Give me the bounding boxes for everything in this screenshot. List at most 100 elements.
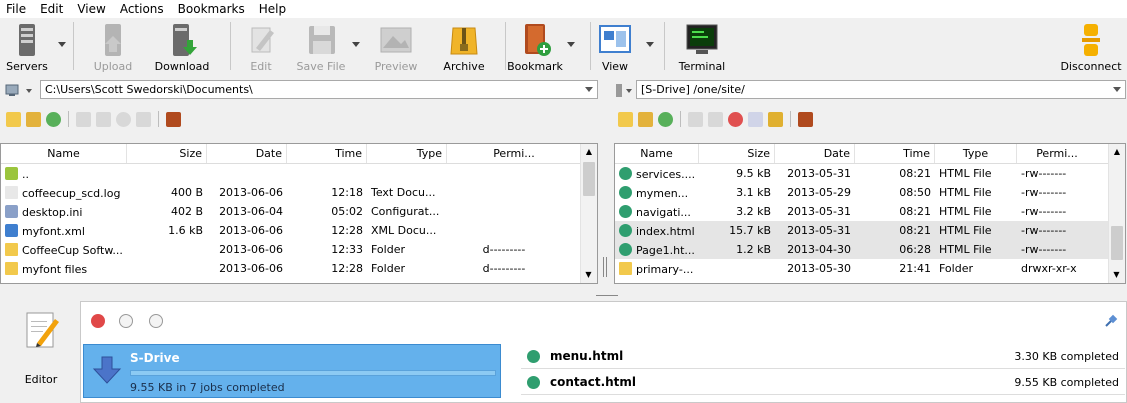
cell-name: services.... (615, 166, 699, 181)
column-size[interactable]: Size (127, 144, 207, 163)
menu-edit[interactable]: Edit (34, 0, 71, 18)
resume-transfer-icon[interactable] (149, 314, 163, 328)
remote-path-input[interactable]: [S-Drive] /one/site/ (636, 80, 1126, 99)
cell-size: 3.1 kB (736, 186, 771, 199)
column-permissions[interactable]: Permi... (447, 144, 581, 163)
local-list-scrollbar[interactable]: ▲ ▼ (580, 144, 597, 283)
local-path-dropdown[interactable] (581, 81, 597, 98)
menu-file[interactable]: File (0, 0, 34, 18)
cell-date: 2013-06-04 (219, 205, 283, 218)
table-row[interactable]: Page1.ht... 1.2 kB 2013-04-30 06:28 HTML Fil… (615, 240, 1125, 259)
column-name[interactable]: Name (615, 144, 699, 163)
save-file-button[interactable]: Save File (297, 18, 345, 76)
pin-icon[interactable] (1103, 314, 1119, 328)
folder-up-icon[interactable] (638, 111, 653, 127)
column-type[interactable]: Type (935, 144, 1017, 163)
list-item[interactable]: menu.html 3.30 KB completed (521, 344, 1125, 369)
table-row[interactable]: myfont.xml 1.6 kB 2013-06-06 12:28 XML Docu.… (1, 221, 597, 240)
scrollbar-thumb[interactable] (583, 162, 595, 196)
table-row[interactable]: myfont files 2013-06-06 12:28 Folder d------… (1, 259, 597, 278)
remote-path-dropdown[interactable] (1109, 81, 1125, 98)
cell-type: Configurat... (371, 205, 440, 218)
table-row[interactable]: CoffeeCup Softw... 2013-06-06 12:33 Folder d… (1, 240, 597, 259)
cell-type: Folder (939, 262, 973, 275)
table-row[interactable]: .. (1, 164, 597, 183)
column-size[interactable]: Size (699, 144, 775, 163)
preview-button[interactable]: Preview (374, 18, 418, 76)
download-arrow-icon (92, 356, 122, 384)
archive-button[interactable]: Archive (443, 18, 485, 76)
remote-list-scrollbar[interactable]: ▲ ▼ (1108, 144, 1125, 283)
cell-time: 12:33 (331, 243, 363, 256)
refresh-icon[interactable] (658, 111, 673, 127)
cell-name: CoffeeCup Softw... (1, 242, 127, 257)
cell-type: HTML File (939, 186, 992, 199)
menu-actions[interactable]: Actions (114, 0, 172, 18)
folder-up-icon[interactable] (26, 111, 41, 127)
table-row[interactable]: navigati... 3.2 kB 2013-05-31 08:21 HTML Fil… (615, 202, 1125, 221)
delete-icon[interactable] (116, 111, 131, 127)
table-row[interactable]: coffeecup_scd.log 400 B 2013-06-06 12:18 Tex… (1, 183, 597, 202)
bookmark-dropdown-arrow[interactable] (567, 42, 575, 48)
transfer-job-s-drive[interactable]: S-Drive 9.55 KB in 7 jobs completed (83, 344, 501, 398)
new-folder-icon[interactable] (618, 111, 633, 127)
delete-icon[interactable] (728, 111, 743, 127)
column-permissions[interactable]: Permi... (1017, 144, 1097, 163)
servers-dropdown-arrow[interactable] (58, 42, 66, 48)
column-date[interactable]: Date (207, 144, 287, 163)
archive-icon (447, 22, 481, 58)
column-name[interactable]: Name (1, 144, 127, 163)
cancel-transfer-icon[interactable] (91, 314, 105, 328)
column-time[interactable]: Time (287, 144, 367, 163)
transfer-file-list: menu.html 3.30 KB completed contact.html… (521, 344, 1125, 402)
servers-button[interactable]: Servers (4, 18, 50, 76)
refresh-icon[interactable] (46, 111, 61, 127)
edit-icon[interactable] (76, 111, 91, 127)
table-row[interactable]: desktop.ini 402 B 2013-06-04 05:02 Configura… (1, 202, 597, 221)
table-row[interactable]: index.html 15.7 kB 2013-05-31 08:21 HTML Fil… (615, 221, 1125, 240)
disconnect-button[interactable]: Disconnect (1060, 18, 1122, 76)
upload-button[interactable]: Upload (90, 18, 136, 76)
menu-bookmarks[interactable]: Bookmarks (172, 0, 253, 18)
rename-icon[interactable] (708, 111, 723, 127)
rename-icon[interactable] (96, 111, 111, 127)
html-file-icon (619, 166, 632, 180)
table-row[interactable]: mymen... 3.1 kB 2013-05-29 08:50 HTML File -r… (615, 183, 1125, 202)
list-item[interactable]: contact.html 9.55 KB completed (521, 370, 1125, 395)
remote-server-icon[interactable] (614, 81, 634, 100)
cell-date: 2013-06-06 (219, 262, 283, 275)
column-type[interactable]: Type (367, 144, 447, 163)
cell-perm: d--------- (482, 262, 526, 275)
editor-button[interactable]: Editor (18, 307, 64, 387)
bookmark-icon[interactable] (798, 111, 813, 127)
pause-transfer-icon[interactable] (119, 314, 133, 328)
menu-help[interactable]: Help (253, 0, 294, 18)
table-row[interactable]: primary-... 2013-05-30 21:41 Folder drwxr-xr… (615, 259, 1125, 278)
download-button[interactable]: Download (155, 18, 209, 76)
properties-icon[interactable] (136, 111, 151, 127)
column-date[interactable]: Date (775, 144, 855, 163)
transfer-progress-bar (130, 370, 496, 376)
view-button[interactable]: View (598, 18, 632, 76)
scrollbar-thumb[interactable] (1111, 226, 1123, 260)
cell-date: 2013-04-30 (787, 243, 851, 256)
bookmark-button[interactable]: Bookmark (507, 18, 563, 76)
view-dropdown-arrow[interactable] (646, 42, 654, 48)
edit-icon[interactable] (688, 111, 703, 127)
horizontal-splitter[interactable] (596, 290, 618, 299)
terminal-button[interactable]: Terminal (679, 18, 725, 76)
pane-splitter[interactable] (602, 257, 610, 277)
column-time[interactable]: Time (855, 144, 935, 163)
menu-bar: File Edit View Actions Bookmarks Help (0, 0, 1127, 18)
bookmark-icon[interactable] (166, 111, 181, 127)
menu-view[interactable]: View (71, 0, 113, 18)
key-icon[interactable] (768, 111, 783, 127)
local-computer-icon[interactable] (4, 81, 36, 100)
table-row[interactable]: services.... 9.5 kB 2013-05-31 08:21 HTML Fi… (615, 164, 1125, 183)
local-path-input[interactable]: C:\Users\Scott Swedorski\Documents\ (40, 80, 598, 99)
cell-date: 2013-05-31 (787, 167, 851, 180)
new-folder-icon[interactable] (6, 111, 21, 127)
permissions-icon[interactable] (748, 111, 763, 127)
edit-button[interactable]: Edit (243, 18, 279, 76)
save-file-dropdown-arrow[interactable] (352, 42, 360, 48)
